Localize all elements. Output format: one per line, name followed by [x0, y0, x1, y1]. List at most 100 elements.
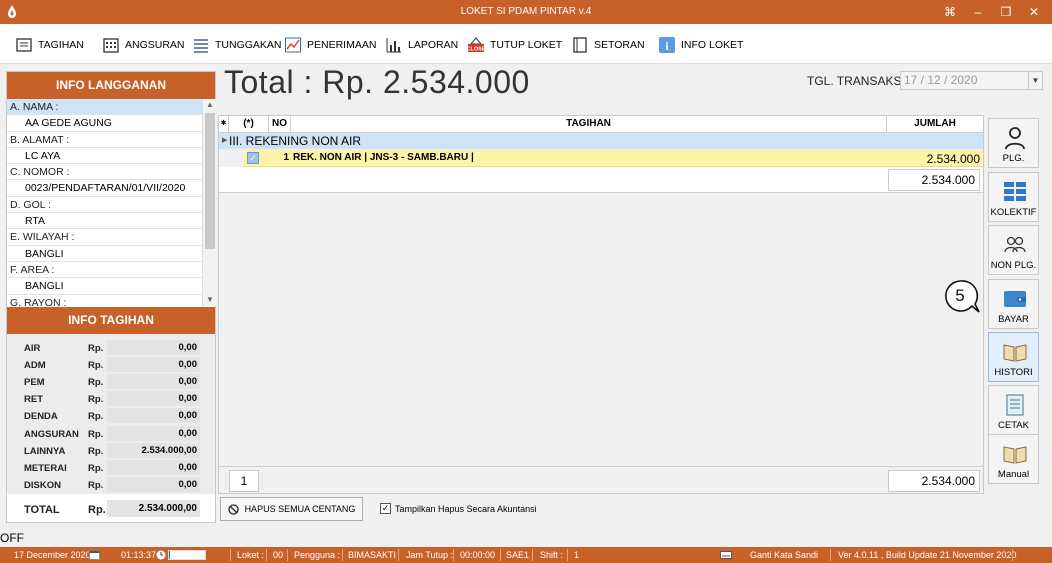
- chevron-down-icon[interactable]: ▼: [1028, 72, 1042, 89]
- footer-divider: [219, 466, 983, 467]
- calendar-icon: [89, 550, 100, 560]
- fullscreen-button[interactable]: ⌘: [938, 3, 962, 21]
- status-separator: [453, 549, 454, 561]
- currency-label: Rp.: [88, 343, 104, 354]
- table-row[interactable]: ✓ 1 REK. NON AIR | JNS-3 - SAMB.BARU | 2…: [219, 150, 983, 167]
- tagihan-row-adm: ADM Rp. 0,00: [7, 357, 215, 374]
- app-window: LOKET SI PDAM PINTAR v.4 ⌘ – ❐ ✕ TAGIHAN…: [0, 0, 1052, 563]
- field-label-area: F. AREA :: [7, 262, 202, 279]
- toolbar-info-loket-button[interactable]: i INFO LOKET: [658, 34, 743, 56]
- manual-button[interactable]: Manual: [988, 434, 1039, 484]
- loket-label: Loket :: [237, 550, 265, 560]
- maximize-button[interactable]: ❐: [994, 3, 1018, 21]
- hapus-semua-centang-label: HAPUS SEMUA CENTANG: [244, 504, 356, 514]
- close-sign-icon: CLOSE: [467, 37, 485, 53]
- currency-label: Rp.: [88, 411, 104, 422]
- prohibited-icon: [227, 503, 239, 515]
- book-icon: [573, 37, 587, 53]
- minimize-button[interactable]: –: [966, 3, 990, 21]
- title-bar: LOKET SI PDAM PINTAR v.4 ⌘ – ❐ ✕: [0, 0, 1052, 24]
- currency-label: Rp.: [88, 429, 104, 440]
- cetak-button[interactable]: CETAK: [988, 385, 1039, 435]
- tagihan-name: ADM: [24, 360, 46, 371]
- tagihan-total-row: TOTAL Rp. 2.534.000,00: [7, 497, 215, 522]
- field-label-nomor: C. NOMOR :: [7, 164, 202, 181]
- tagihan-name: PEM: [24, 377, 45, 388]
- toolbar-angsuran-button[interactable]: ANGSURAN: [102, 34, 185, 56]
- footer-sum: 2.534.000: [888, 470, 980, 492]
- toolbar-setoran-label: SETORAN: [594, 39, 645, 51]
- shift-value: 1: [574, 550, 580, 560]
- col-no-header[interactable]: NO: [269, 116, 291, 133]
- info-langganan-list[interactable]: A. NAMA : AA GEDE AGUNG B. ALAMAT : LC A…: [7, 99, 202, 306]
- chart-icon: [285, 37, 301, 53]
- tagihan-row-diskon: DISKON Rp. 0,00: [7, 477, 215, 494]
- manual-book-icon: [1003, 446, 1027, 464]
- step-callout-icon: 5: [945, 280, 980, 313]
- ganti-kata-sandi-link[interactable]: Ganti Kata Sandi: [750, 549, 818, 561]
- currency-label: Rp.: [88, 504, 106, 516]
- pengguna-value: BIMASAKTI: [348, 550, 397, 560]
- tgl-transaksi-field[interactable]: 17 / 12 / 2020 ▼: [900, 71, 1043, 90]
- tagihan-value: 0,00: [107, 460, 200, 475]
- close-button[interactable]: ✕: [1022, 3, 1046, 21]
- col-jumlah-header[interactable]: JUMLAH: [887, 116, 983, 133]
- info-langganan-scrollbar[interactable]: ▲ ▼: [202, 99, 216, 306]
- toolbar-laporan-label: LAPORAN: [408, 39, 459, 51]
- manual-label: Manual: [997, 469, 1030, 480]
- kolektif-button[interactable]: KOLEKTIF: [988, 172, 1039, 222]
- document-icon: [1006, 394, 1024, 416]
- tampilkan-hapus-checkbox[interactable]: ✓ Tampilkan Hapus Secara Akuntansi: [380, 503, 537, 514]
- tagihan-name: DENDA: [24, 411, 58, 422]
- scroll-up-icon[interactable]: ▲: [203, 99, 217, 111]
- group-row[interactable]: ▶ III. REKENING NON AIR: [219, 133, 983, 149]
- field-value-alamat: LC AYA: [7, 147, 202, 165]
- toolbar-setoran-button[interactable]: SETORAN: [571, 34, 645, 56]
- expand-arrow-icon[interactable]: ▶: [222, 133, 227, 149]
- field-value-nomor: 0023/PENDAFTARAN/01/VII/2020: [7, 180, 202, 197]
- col-tagihan-header[interactable]: TAGIHAN: [291, 116, 887, 133]
- pengguna-label: Pengguna :: [294, 550, 341, 560]
- tagihan-value: 0,00: [107, 426, 200, 441]
- status-separator: [230, 549, 231, 561]
- toolbar-tutup-loket-button[interactable]: CLOSE TUTUP LOKET: [467, 34, 562, 56]
- row-checkbox[interactable]: ✓: [247, 152, 259, 164]
- info-icon: i: [659, 37, 675, 53]
- off-indicator: OFF: [0, 531, 24, 545]
- tagihan-name: LAINNYA: [24, 446, 66, 457]
- status-separator: [398, 549, 399, 561]
- status-separator: [287, 549, 288, 561]
- info-tagihan-header: INFO TAGIHAN: [7, 307, 215, 334]
- tagihan-row-ret: RET Rp. 0,00: [7, 391, 215, 408]
- non-plg-button[interactable]: NON PLG.: [988, 225, 1039, 275]
- toolbar-penerimaan-button[interactable]: PENERIMAAN: [284, 34, 376, 56]
- bayar-button[interactable]: BAYAR: [988, 279, 1039, 329]
- field-value-wilayah: BANGLI: [7, 245, 202, 262]
- group-sum: 2.534.000: [888, 169, 980, 191]
- tagihan-value: 0,00: [107, 391, 200, 406]
- person-icon: [1005, 127, 1025, 150]
- field-label-nama: A. NAMA :: [7, 99, 202, 116]
- toolbar-info-loket-label: INFO LOKET: [681, 39, 744, 51]
- plg-button[interactable]: PLG.: [988, 118, 1039, 168]
- people-icon: [1004, 236, 1026, 253]
- histori-button[interactable]: HISTORI: [988, 332, 1039, 382]
- col-mark-header[interactable]: (*): [229, 116, 269, 133]
- tagihan-row-denda: DENDA Rp. 0,00: [7, 408, 215, 425]
- field-label-wilayah: E. WILAYAH :: [7, 229, 202, 246]
- clock-icon: [156, 550, 166, 560]
- toolbar-laporan-button[interactable]: LAPORAN: [385, 34, 458, 56]
- tagihan-value: 0,00: [107, 340, 200, 355]
- scrollbar-thumb[interactable]: [205, 113, 215, 249]
- status-bar: 17 December 2020 01:13:37 4% Loket : 00 …: [0, 547, 1052, 563]
- toolbar-tunggakan-button[interactable]: TUNGGAKAN: [192, 34, 282, 56]
- toolbar-tagihan-button[interactable]: TAGIHAN: [15, 34, 84, 56]
- version-info: Ver 4.0.11 , Build Update 21 November 20…: [838, 550, 1017, 560]
- checkbox-box[interactable]: ✓: [380, 503, 391, 514]
- list-icon: [194, 39, 208, 53]
- tagihan-name: METERAI: [24, 463, 67, 474]
- scroll-down-icon[interactable]: ▼: [203, 294, 217, 306]
- hapus-semua-centang-button[interactable]: HAPUS SEMUA CENTANG: [220, 497, 363, 521]
- info-tagihan-list: AIR Rp. 0,00 ADM Rp. 0,00 PEM Rp. 0,00 R…: [7, 334, 215, 494]
- checkbox-label: Tampilkan Hapus Secara Akuntansi: [395, 503, 537, 514]
